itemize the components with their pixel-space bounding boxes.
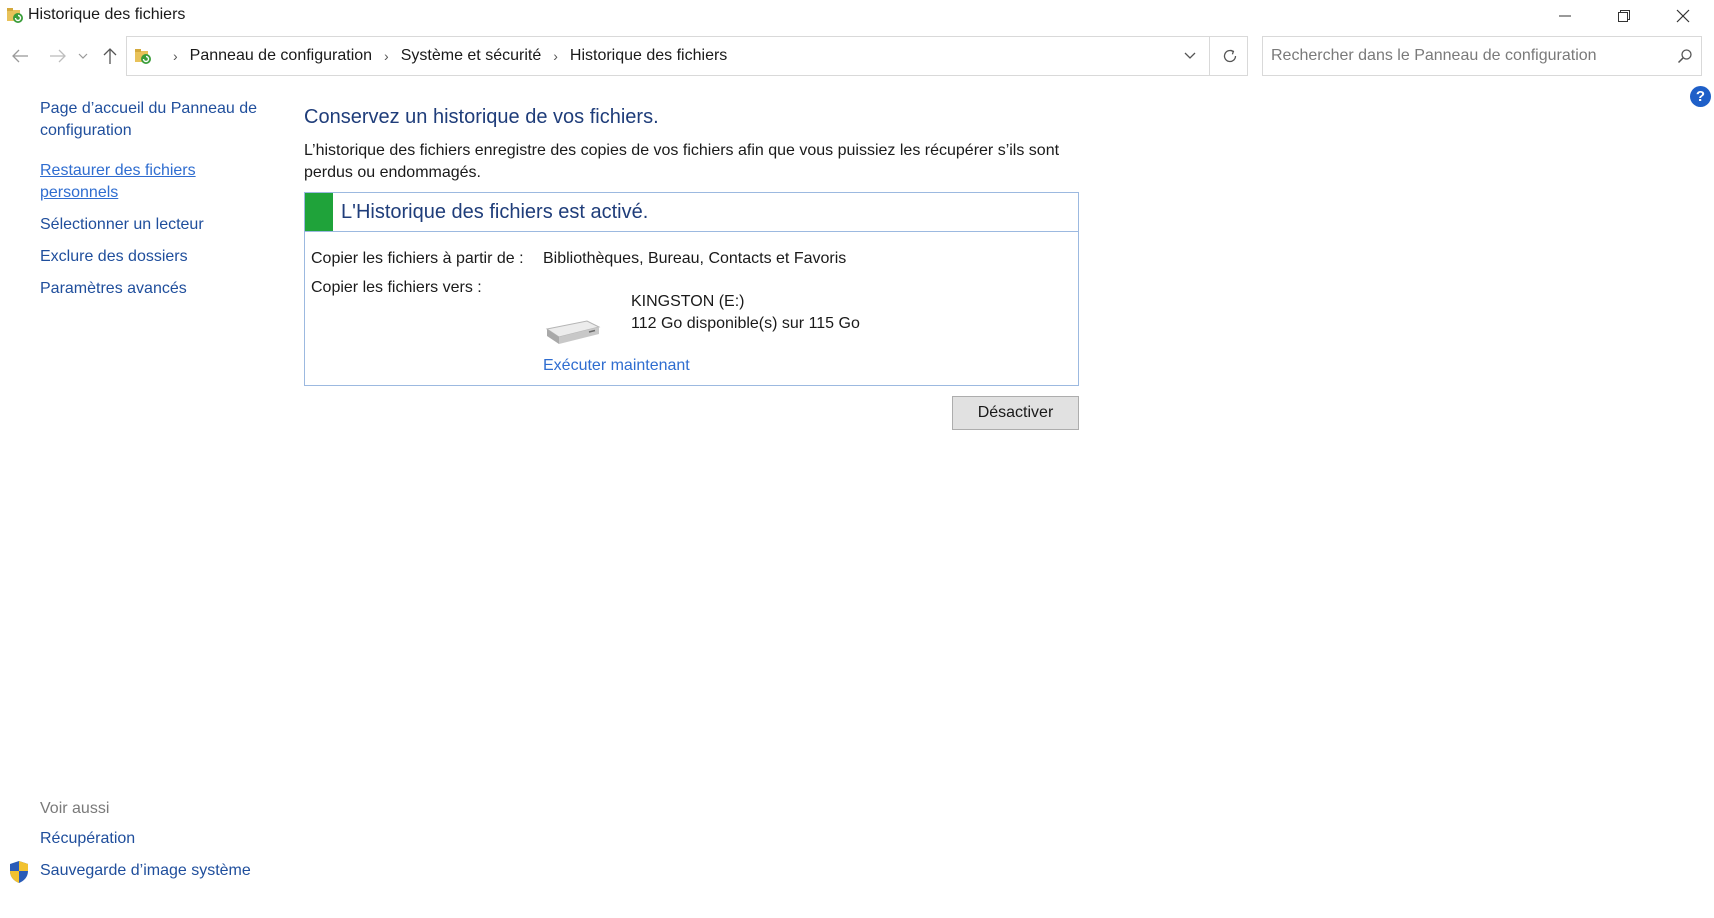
status-indicator — [305, 193, 333, 231]
search-input[interactable] — [1263, 37, 1675, 75]
drive-icon — [545, 320, 601, 344]
search-box — [1262, 36, 1702, 76]
copy-to-label: Copier les fichiers vers : — [311, 279, 482, 296]
back-button[interactable] — [8, 44, 32, 68]
file-history-app-icon — [7, 8, 23, 23]
sidebar: Page d’accueil du Panneau de configurati… — [40, 98, 260, 310]
minimize-button[interactable] — [1536, 0, 1594, 32]
copy-from-value: Bibliothèques, Bureau, Contacts et Favor… — [543, 250, 847, 267]
chevron-down-icon — [78, 53, 88, 59]
see-also-recovery-link[interactable]: Récupération — [40, 828, 300, 850]
recent-locations-button[interactable] — [76, 44, 90, 68]
see-also-title: Voir aussi — [40, 800, 110, 817]
restore-button[interactable] — [1595, 0, 1653, 32]
sidebar-item-control-panel-home[interactable]: Page d’accueil du Panneau de configurati… — [40, 98, 260, 142]
arrow-right-icon — [50, 49, 66, 63]
page-title: Conservez un historique de vos fichiers. — [304, 106, 659, 128]
refresh-button[interactable] — [1213, 37, 1247, 75]
sidebar-item-select-drive[interactable]: Sélectionner un lecteur — [40, 214, 260, 236]
help-icon[interactable]: ? — [1690, 86, 1711, 107]
search-icon[interactable] — [1677, 48, 1693, 64]
status-text: L'Historique des fichiers est activé. — [341, 201, 649, 223]
address-bar[interactable]: › Panneau de configuration › Système et … — [126, 36, 1248, 76]
see-also-section: Voir aussi Récupération Sauvegarde d’ima… — [40, 800, 300, 892]
see-also-system-image-link[interactable]: Sauvegarde d’image système — [40, 860, 300, 882]
close-icon — [1676, 9, 1690, 23]
sidebar-item-restore-files[interactable]: Restaurer des fichiers personnels — [40, 160, 260, 204]
breadcrumb-separator[interactable]: › — [553, 48, 558, 64]
window-title: Historique des fichiers — [28, 6, 186, 23]
title-bar: Historique des fichiers — [0, 0, 1714, 32]
disable-button[interactable]: Désactiver — [952, 396, 1079, 430]
arrow-left-icon — [12, 49, 28, 63]
drive-name: KINGSTON (E:) — [631, 293, 745, 310]
status-panel: L'Historique des fichiers est activé. Co… — [304, 192, 1079, 386]
sidebar-item-advanced-settings[interactable]: Paramètres avancés — [40, 278, 260, 300]
shield-icon — [10, 861, 28, 883]
sidebar-item-exclude-folders[interactable]: Exclure des dossiers — [40, 246, 260, 268]
breadcrumb-system-security[interactable]: Système et sécurité — [401, 47, 542, 65]
divider — [1209, 37, 1210, 75]
address-dropdown-button[interactable] — [1175, 37, 1205, 75]
close-button[interactable] — [1654, 0, 1712, 32]
chevron-down-icon — [1184, 52, 1196, 59]
copy-from-label: Copier les fichiers à partir de : — [311, 250, 524, 267]
minimize-icon — [1559, 15, 1571, 17]
arrow-up-icon — [103, 48, 117, 64]
status-header: L'Historique des fichiers est activé. — [305, 193, 1078, 232]
breadcrumb-file-history[interactable]: Historique des fichiers — [570, 47, 727, 65]
breadcrumb-control-panel[interactable]: Panneau de configuration — [190, 47, 372, 65]
run-now-link[interactable]: Exécuter maintenant — [543, 357, 690, 375]
drive-space: 112 Go disponible(s) sur 115 Go — [631, 315, 860, 332]
refresh-icon — [1223, 49, 1237, 63]
forward-button[interactable] — [46, 44, 70, 68]
control-panel-icon — [135, 49, 151, 64]
restore-icon — [1618, 10, 1630, 22]
breadcrumb-separator[interactable]: › — [173, 48, 178, 64]
up-button[interactable] — [98, 44, 122, 68]
breadcrumb: › Panneau de configuration › Système et … — [161, 37, 727, 75]
breadcrumb-separator[interactable]: › — [384, 48, 389, 64]
page-description: L’historique des fichiers enregistre des… — [304, 142, 1060, 181]
